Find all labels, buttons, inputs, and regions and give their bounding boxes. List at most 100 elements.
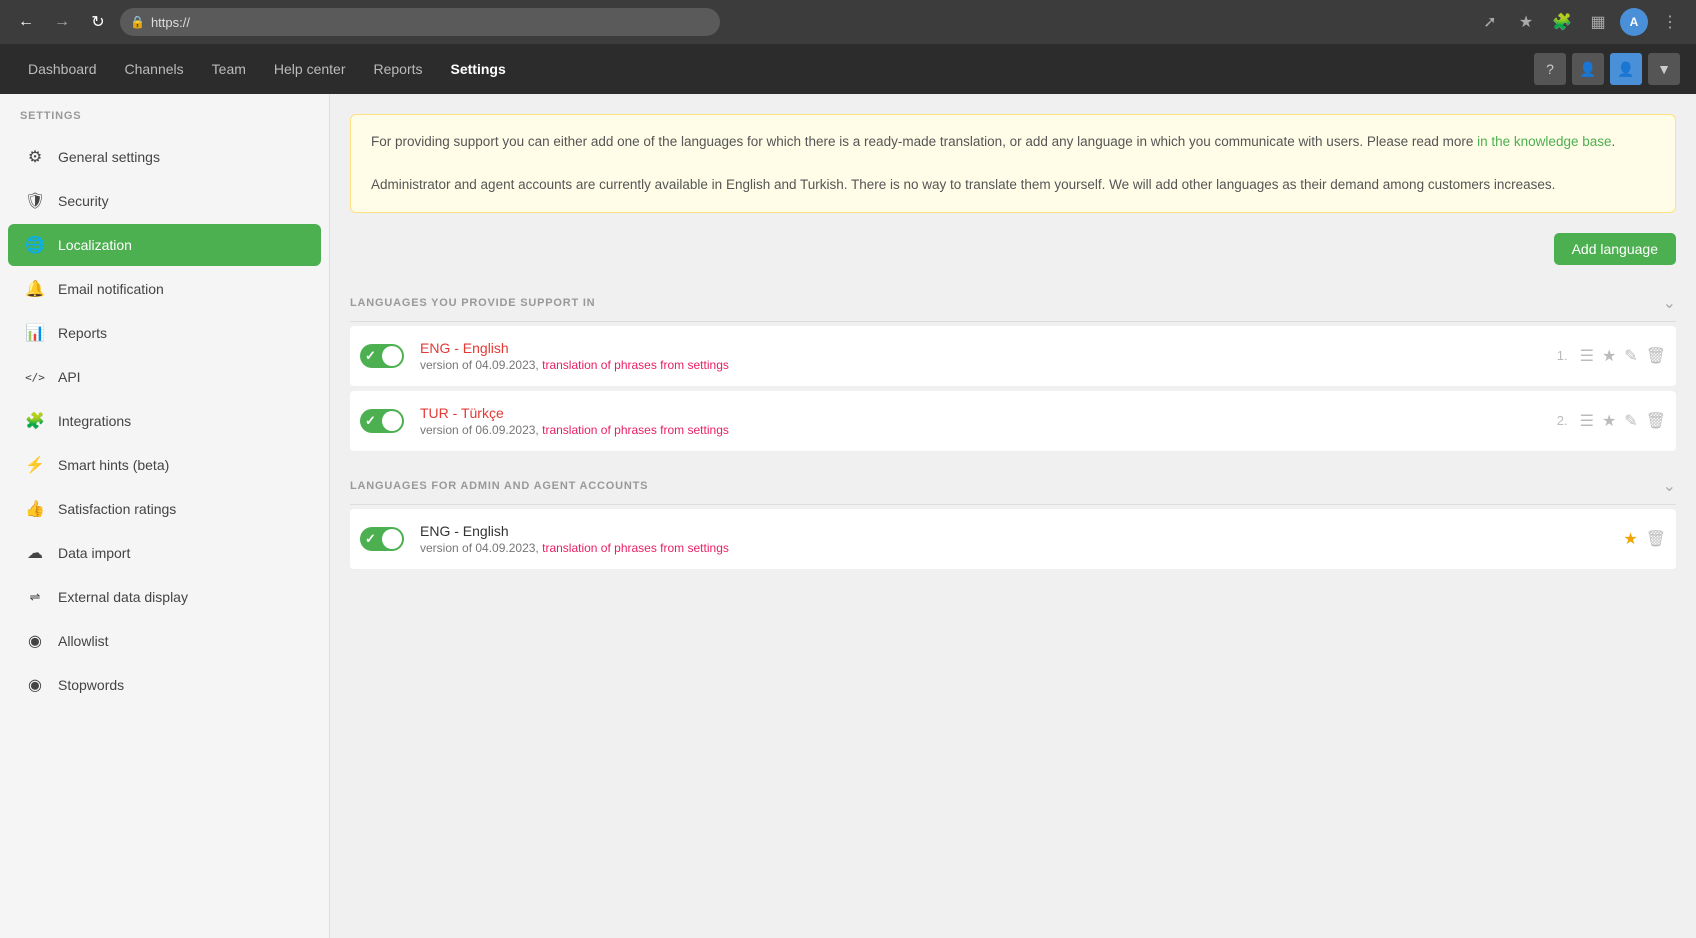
admin-section-header: LANGUAGES FOR ADMIN AND AGENT ACCOUNTS ⌄	[350, 468, 1676, 505]
lock-icon: 🔒	[130, 15, 145, 29]
add-language-button[interactable]: Add language	[1554, 233, 1676, 265]
drag-icon-tur[interactable]: ☰	[1580, 411, 1594, 431]
dropdown-button[interactable]: ▼	[1648, 53, 1680, 85]
help-button[interactable]: ?	[1534, 53, 1566, 85]
profile-avatar[interactable]: A	[1620, 8, 1648, 36]
stopwords-icon: ◉	[24, 674, 46, 696]
add-language-row: Add language	[350, 233, 1676, 265]
external-data-icon: ⇌	[24, 586, 46, 608]
agent-button[interactable]: 👤	[1572, 53, 1604, 85]
user-avatar[interactable]: 👤	[1610, 53, 1642, 85]
extension-icon[interactable]: 🧩	[1548, 8, 1576, 36]
nav-settings[interactable]: Settings	[439, 55, 518, 83]
share-icon[interactable]: ➚	[1476, 8, 1504, 36]
sidebar-item-localization[interactable]: 🌐 Localization	[8, 224, 321, 266]
sidebar-label-security: Security	[58, 193, 109, 209]
back-button[interactable]: ←	[12, 8, 40, 36]
eng-admin-name: ENG - English	[420, 523, 1623, 539]
app-nav-right: ? 👤 👤 ▼	[1534, 53, 1680, 85]
eng-admin-version: version of 04.09.2023, translation of ph…	[420, 541, 1623, 555]
star-icon-admin[interactable]: ★	[1623, 529, 1637, 549]
edit-icon-tur[interactable]: ✎	[1624, 411, 1637, 431]
main-content: For providing support you can either add…	[330, 94, 1696, 938]
sidebar-header: SETTINGS	[0, 94, 329, 134]
eng-admin-actions: ★ 🗑	[1623, 529, 1666, 549]
sidebar-item-general-settings[interactable]: ⚙ General settings	[8, 136, 321, 178]
app-body: SETTINGS ⚙ General settings 🛡 Security 🌐…	[0, 94, 1696, 938]
eng-support-num: 1.	[1557, 348, 1568, 363]
globe-icon: 🌐	[24, 234, 46, 256]
support-section-header: LANGUAGES YOU PROVIDE SUPPORT IN ⌄	[350, 285, 1676, 322]
nav-reports[interactable]: Reports	[361, 55, 434, 83]
info-box: For providing support you can either add…	[350, 114, 1676, 213]
forward-button[interactable]: →	[48, 8, 76, 36]
eng-support-actions: 1. ☰ ★ ✎ 🗑	[1557, 346, 1666, 366]
sidebar-item-integrations[interactable]: 🧩 Integrations	[8, 400, 321, 442]
bell-icon: 🔔	[24, 278, 46, 300]
tur-support-translation-link[interactable]: translation of phrases from settings	[542, 423, 729, 437]
admin-section-toggle[interactable]: ⌄	[1663, 476, 1676, 496]
sidebar-item-reports[interactable]: 📊 Reports	[8, 312, 321, 354]
sidebar-item-external-data[interactable]: ⇌ External data display	[8, 576, 321, 618]
code-icon: </>	[24, 366, 46, 388]
address-bar[interactable]: 🔒	[120, 8, 720, 36]
sidebar-label-smart-hints: Smart hints (beta)	[58, 457, 169, 473]
lang-item-tur-support: ✓ TUR - Türkçe version of 06.09.2023, tr…	[350, 391, 1676, 452]
admin-section-title: LANGUAGES FOR ADMIN AND AGENT ACCOUNTS	[350, 480, 648, 492]
sidebar-item-smart-hints[interactable]: ⚡ Smart hints (beta)	[8, 444, 321, 486]
cloud-icon: ☁	[24, 542, 46, 564]
tur-support-version: version of 06.09.2023, translation of ph…	[420, 423, 1557, 437]
support-section-toggle[interactable]: ⌄	[1663, 293, 1676, 313]
sidebar-label-allowlist: Allowlist	[58, 633, 109, 649]
eng-support-name: ENG - English	[420, 340, 1557, 356]
sidebar-label-data-import: Data import	[58, 545, 130, 561]
thumbs-up-icon: 👍	[24, 498, 46, 520]
sidebar-item-stopwords[interactable]: ◉ Stopwords	[8, 664, 321, 706]
edit-icon[interactable]: ✎	[1624, 346, 1637, 366]
tur-support-actions: 2. ☰ ★ ✎ 🗑	[1557, 411, 1666, 431]
support-languages-section: LANGUAGES YOU PROVIDE SUPPORT IN ⌄ ✓ ENG…	[350, 285, 1676, 452]
menu-icon[interactable]: ⋮	[1656, 8, 1684, 36]
tur-support-toggle[interactable]: ✓	[360, 409, 404, 433]
sidebar-item-data-import[interactable]: ☁ Data import	[8, 532, 321, 574]
sidebar-label-email-notification: Email notification	[58, 281, 164, 297]
sidebar-label-localization: Localization	[58, 237, 132, 253]
eng-support-info: ENG - English version of 04.09.2023, tra…	[420, 340, 1557, 372]
drag-icon[interactable]: ☰	[1580, 346, 1594, 366]
delete-icon-admin[interactable]: 🗑	[1646, 529, 1666, 549]
eng-admin-info: ENG - English version of 04.09.2023, tra…	[420, 523, 1623, 555]
sidebar-label-external-data: External data display	[58, 589, 188, 605]
sidebar-item-satisfaction-ratings[interactable]: 👍 Satisfaction ratings	[8, 488, 321, 530]
lang-item-eng-support: ✓ ENG - English version of 04.09.2023, t…	[350, 326, 1676, 387]
delete-icon-tur[interactable]: 🗑	[1646, 411, 1666, 431]
info-line1: For providing support you can either add…	[371, 131, 1655, 153]
nav-channels[interactable]: Channels	[113, 55, 196, 83]
sidebar-item-api[interactable]: </> API	[8, 356, 321, 398]
nav-team[interactable]: Team	[200, 55, 258, 83]
sidebar-item-allowlist[interactable]: ◉ Allowlist	[8, 620, 321, 662]
lightning-icon: ⚡	[24, 454, 46, 476]
nav-help-center[interactable]: Help center	[262, 55, 358, 83]
sidebar-item-security[interactable]: 🛡 Security	[8, 180, 321, 222]
sidebar: SETTINGS ⚙ General settings 🛡 Security 🌐…	[0, 94, 330, 938]
sidebar-label-api: API	[58, 369, 81, 385]
reload-button[interactable]: ↻	[84, 8, 112, 36]
nav-dashboard[interactable]: Dashboard	[16, 55, 109, 83]
eng-support-translation-link[interactable]: translation of phrases from settings	[542, 358, 729, 372]
sidebar-item-email-notification[interactable]: 🔔 Email notification	[8, 268, 321, 310]
layout-icon[interactable]: ▦	[1584, 8, 1612, 36]
star-icon[interactable]: ★	[1602, 346, 1616, 366]
bookmark-icon[interactable]: ★	[1512, 8, 1540, 36]
url-input[interactable]	[151, 15, 710, 30]
delete-icon[interactable]: 🗑	[1646, 346, 1666, 366]
tur-support-num: 2.	[1557, 413, 1568, 428]
star-icon-tur[interactable]: ★	[1602, 411, 1616, 431]
tur-support-name: TUR - Türkçe	[420, 405, 1557, 421]
sidebar-label-stopwords: Stopwords	[58, 677, 124, 693]
eng-support-toggle[interactable]: ✓	[360, 344, 404, 368]
knowledge-base-link[interactable]: in the knowledge base	[1477, 134, 1611, 149]
eng-admin-toggle[interactable]: ✓	[360, 527, 404, 551]
tur-support-info: TUR - Türkçe version of 06.09.2023, tran…	[420, 405, 1557, 437]
sidebar-label-integrations: Integrations	[58, 413, 131, 429]
eng-admin-translation-link[interactable]: translation of phrases from settings	[542, 541, 729, 555]
